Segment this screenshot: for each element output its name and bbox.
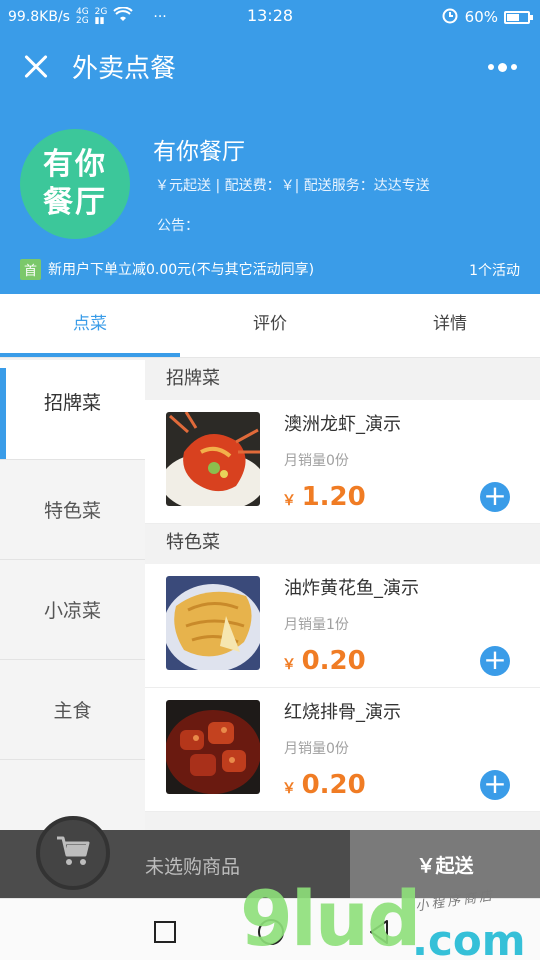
sidebar-item-staple[interactable]: 主食 [0, 660, 145, 760]
promo-banner[interactable]: 首 新用户下单立减0.00元(不与其它活动同享) 1个活动 [20, 257, 520, 281]
tab-bar: 点菜 评价 详情 [0, 294, 540, 358]
section-title: 特色菜 [145, 524, 540, 564]
item-sales: 月销量0份 [284, 741, 349, 757]
promo-text: 新用户下单立减0.00元(不与其它活动同享) [48, 262, 315, 278]
title-bar: 外卖点餐 [0, 32, 540, 102]
item-name: 澳洲龙虾_演示 [284, 414, 401, 435]
currency-symbol: ￥ [282, 493, 296, 509]
cart-empty-text: 未选购商品 [145, 856, 241, 878]
sidebar-item-cold-dishes[interactable]: 小凉菜 [0, 560, 145, 660]
tab-order[interactable]: 点菜 [0, 294, 180, 357]
shop-header: 外卖点餐 有你 餐厅 有你餐厅 ￥元起送 | 配送费：￥| 配送服务：达达专送 … [0, 32, 540, 294]
recent-apps-icon[interactable] [154, 921, 176, 943]
item-price: ￥ 0.20 [282, 770, 366, 800]
add-to-cart-button[interactable]: + [480, 770, 510, 800]
shopping-cart-icon [55, 835, 91, 871]
alarm-icon [441, 6, 459, 28]
status-bar: 99.8KB/s 4G 2G 2G ▮▮ ··· 13:28 60% [0, 0, 540, 32]
tab-details[interactable]: 详情 [360, 294, 540, 357]
sidebar-item-specialty[interactable]: 特色菜 [0, 460, 145, 560]
watermark-logo: 9lud 小程序商店 .com [240, 878, 540, 960]
item-name: 油炸黄花鱼_演示 [284, 578, 419, 599]
tab-reviews[interactable]: 评价 [180, 294, 360, 357]
price-value: 1.20 [301, 482, 366, 512]
close-icon[interactable] [20, 50, 54, 84]
menu-list: 招牌菜 澳洲龙虾_演示 月销量0份 ￥ 1.20 + 特色菜 油炸黄花鱼_演示 … [145, 360, 540, 830]
currency-symbol: ￥ [282, 657, 296, 673]
sidebar-item-signature[interactable]: 招牌菜 [0, 360, 145, 460]
shop-notice: 公告： [157, 218, 199, 234]
battery-percent: 60% [464, 8, 498, 26]
watermark-brand: 9lud [240, 874, 421, 960]
price-value: 0.20 [301, 646, 366, 676]
list-item[interactable]: 澳洲龙虾_演示 月销量0份 ￥ 1.20 + [145, 400, 540, 524]
more-options-icon[interactable] [488, 60, 520, 74]
battery-icon [504, 10, 533, 24]
list-item[interactable]: 红烧排骨_演示 月销量0份 ￥ 0.20 + [145, 688, 540, 812]
watermark-subtitle: 小程序商店 [414, 888, 496, 915]
price-value: 0.20 [301, 770, 366, 800]
page-title: 外卖点餐 [72, 54, 177, 84]
shop-logo-line2: 餐厅 [43, 185, 107, 220]
add-to-cart-button[interactable]: + [480, 646, 510, 676]
cart-button[interactable] [36, 816, 110, 890]
shop-delivery-info: ￥元起送 | 配送费：￥| 配送服务：达达专送 [155, 178, 430, 194]
promo-count[interactable]: 1个活动 [469, 260, 520, 280]
item-sales: 月销量0份 [284, 453, 349, 469]
item-price: ￥ 1.20 [282, 482, 366, 512]
shop-name: 有你餐厅 [153, 139, 245, 165]
item-sales: 月销量1份 [284, 617, 349, 633]
category-sidebar: 招牌菜 特色菜 小凉菜 主食 [0, 360, 145, 830]
section-title: 招牌菜 [145, 360, 540, 400]
watermark-domain: .com [412, 916, 526, 960]
fried-fish-dish-image [166, 576, 260, 670]
add-to-cart-button[interactable]: + [480, 482, 510, 512]
list-item[interactable]: 油炸黄花鱼_演示 月销量1份 ￥ 0.20 + [145, 564, 540, 688]
braised-ribs-dish-image [166, 700, 260, 794]
promo-tag: 首 [20, 258, 41, 280]
lobster-dish-image [166, 412, 260, 506]
item-price: ￥ 0.20 [282, 646, 366, 676]
shop-logo: 有你 餐厅 [20, 129, 130, 239]
shop-logo-line1: 有你 [43, 147, 107, 182]
item-name: 红烧排骨_演示 [284, 702, 401, 723]
currency-symbol: ￥ [282, 781, 296, 797]
